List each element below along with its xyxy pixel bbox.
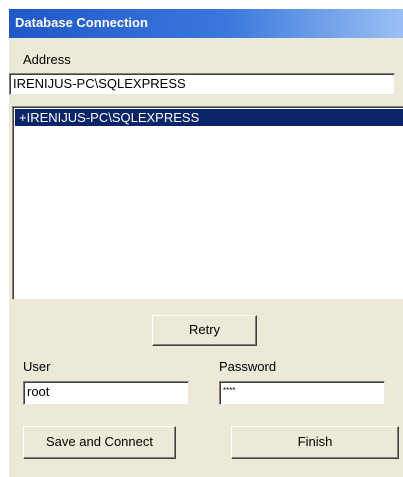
retry-button[interactable]: Retry (152, 315, 257, 346)
user-input[interactable]: root (23, 381, 189, 405)
title-bar: Database Connection (9, 9, 403, 38)
password-input[interactable]: **** (219, 381, 385, 405)
save-and-connect-button[interactable]: Save and Connect (23, 426, 176, 459)
dialog-title: Database Connection (15, 15, 148, 30)
server-list-item[interactable]: +IRENIJUS-PC\SQLEXPRESS (15, 109, 403, 126)
address-label: Address (23, 52, 71, 67)
password-label: Password (219, 359, 277, 374)
address-input[interactable]: IRENIJUS-PC\SQLEXPRESS (9, 73, 395, 95)
server-list[interactable]: +IRENIJUS-PC\SQLEXPRESS (12, 106, 403, 300)
finish-button[interactable]: Finish (231, 426, 399, 459)
user-label: User (23, 359, 51, 374)
database-connection-dialog: Database Connection Address IRENIJUS-PC\… (9, 9, 403, 477)
